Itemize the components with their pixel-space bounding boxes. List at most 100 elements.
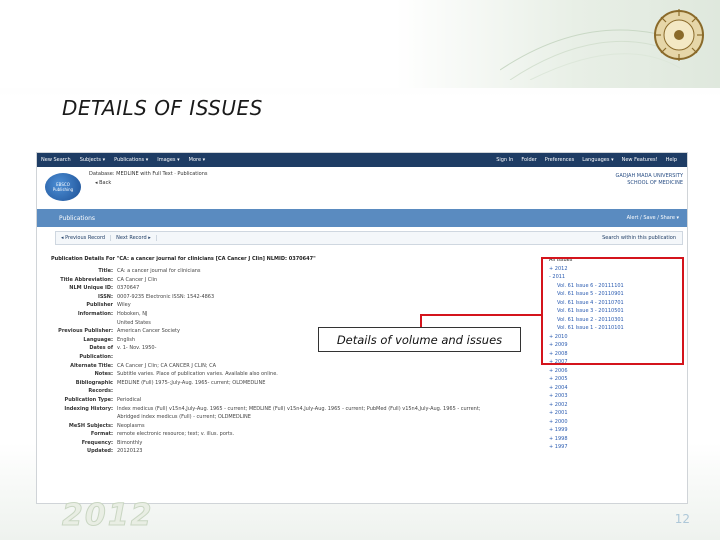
year-toggle[interactable]: + 1998: [549, 435, 681, 444]
nav-new-features[interactable]: New Features!: [622, 157, 658, 163]
detail-label: Title Abbreviation:: [60, 276, 113, 283]
year-toggle[interactable]: + 2002: [549, 401, 681, 410]
publication-details-title: Publication Details For "CA: a cancer jo…: [51, 256, 316, 262]
year-toggle[interactable]: + 2006: [549, 367, 681, 376]
back-link[interactable]: ◂ Back: [95, 180, 111, 186]
detail-value: CA Cancer J Clin: [117, 276, 158, 283]
detail-label: Indexing History:: [64, 405, 113, 412]
detail-value: Index medicus (Full) v15n4,July-Aug. 196…: [117, 405, 481, 412]
detail-row: Title Abbreviation: CA Cancer J Clin: [51, 276, 545, 285]
publications-label: Publications: [59, 214, 96, 222]
detail-label: Publication Type:: [64, 396, 113, 403]
previous-record-link[interactable]: ◂ Previous Record: [56, 235, 112, 241]
nav-new-search[interactable]: New Search: [41, 157, 71, 163]
detail-row: Notes: Subtitle varies. Place of publicat…: [51, 370, 545, 379]
detail-row: Records:: [51, 387, 545, 396]
slide-title: DETAILS OF ISSUES: [62, 96, 263, 120]
detail-label: ISSN:: [97, 293, 113, 300]
year-toggle[interactable]: + 1997: [549, 443, 681, 452]
detail-label: NLM Unique ID:: [69, 285, 113, 292]
detail-row: Alternate Title: CA Cancer J Clin; CA CAN…: [51, 362, 545, 371]
page-number: 12: [674, 512, 690, 526]
database-line: Database: MEDLINE with Full Text · Publi…: [89, 171, 208, 177]
detail-row: Updated: 20120123: [51, 447, 545, 456]
year-toggle[interactable]: + 2000: [549, 418, 681, 427]
nav-help[interactable]: Help: [666, 157, 677, 163]
ebsco-logo[interactable]: EBSCO Publishing: [45, 173, 81, 201]
detail-label: Previous Publisher:: [58, 328, 113, 335]
detail-label: MeSH Subjects:: [68, 422, 113, 429]
detail-row: ISSN: 0007-9235 Electronic ISSN: 1542-486…: [51, 293, 545, 302]
detail-value: 0007-9235 Electronic ISSN: 1542-4863: [117, 293, 215, 300]
page-header: EBSCO Publishing Database: MEDLINE with …: [37, 167, 687, 207]
detail-row: MeSH Subjects: Neoplasms: [51, 422, 545, 431]
nav-images[interactable]: Images ▾: [157, 157, 179, 163]
alert-save-share-menu[interactable]: Alert / Save / Share ▾: [627, 215, 679, 221]
detail-value: Periodical: [117, 396, 142, 403]
detail-value: CA: a cancer journal for clinicians: [117, 268, 201, 274]
detail-label: Dates of: [89, 345, 113, 352]
year-toggle[interactable]: + 2001: [549, 409, 681, 418]
detail-value: MEDLINE (Full) 1975-;July-Aug. 1965- cur…: [117, 379, 266, 386]
detail-row: Publication Type: Periodical: [51, 396, 545, 405]
detail-value: American Cancer Society: [117, 328, 180, 335]
detail-row: Publication:: [51, 353, 545, 362]
nav-languages[interactable]: Languages ▾: [582, 157, 613, 163]
year-watermark: 2012: [62, 498, 154, 534]
nav-sign-in[interactable]: Sign In: [496, 157, 513, 163]
year-toggle[interactable]: + 2005: [549, 375, 681, 384]
callout-connector-vertical: [420, 314, 422, 328]
year-toggle[interactable]: + 1999: [549, 426, 681, 435]
detail-value: Hoboken, NJ: [117, 310, 148, 317]
nav-preferences[interactable]: Preferences: [545, 157, 574, 163]
issues-highlight-box: [541, 257, 684, 365]
detail-value: Abridged index medicus (Full) - current;…: [117, 414, 251, 421]
nav-right-group: Sign In Folder Preferences Languages ▾ N…: [496, 157, 685, 163]
detail-label: Information:: [77, 310, 113, 317]
detail-row: Format: remote electronic resource; text;…: [51, 430, 545, 439]
detail-row: Title: CA: a cancer journal for clinician…: [51, 267, 545, 276]
next-record-link[interactable]: Next Record ▸: [111, 235, 157, 241]
detail-label: Publisher: [86, 302, 113, 309]
detail-row: NLM Unique ID: 0370647: [51, 284, 545, 293]
detail-label: Notes:: [94, 371, 113, 378]
detail-row: Publisher Wiley: [51, 301, 545, 310]
detail-row: Frequency: Bimonthly: [51, 439, 545, 448]
detail-label: Format:: [90, 431, 113, 438]
detail-value: Bimonthly: [117, 439, 143, 446]
logo-text-bottom: Publishing: [52, 187, 74, 192]
nav-more[interactable]: More ▾: [189, 157, 206, 163]
detail-value: Neoplasms: [117, 422, 145, 429]
detail-value: English: [117, 336, 136, 343]
publications-bar: Publications Alert / Save / Share ▾: [37, 209, 687, 227]
nav-folder[interactable]: Folder: [521, 157, 536, 163]
detail-label: Bibliographic: [75, 379, 113, 386]
detail-value: 0370647: [117, 285, 140, 292]
record-pager: ◂ Previous Record Next Record ▸ Search w…: [55, 231, 683, 245]
institution-line-2: SCHOOL OF MEDICINE: [627, 180, 683, 186]
detail-label: Updated:: [87, 448, 113, 455]
year-toggle[interactable]: + 2004: [549, 384, 681, 393]
detail-row: Indexing History: Index medicus (Full) v1…: [51, 405, 545, 414]
detail-row: Bibliographic MEDLINE (Full) 1975-;July-A…: [51, 379, 545, 388]
detail-row: United States: [51, 319, 545, 328]
detail-value: Subtitle varies. Place of publication va…: [117, 371, 278, 378]
detail-label: Title:: [98, 268, 113, 274]
search-within-publication-link[interactable]: Search within this publication: [602, 235, 682, 241]
detail-value: remote electronic resource; text; v. ill…: [117, 431, 235, 438]
detail-label: Frequency:: [81, 439, 113, 446]
nav-publications[interactable]: Publications ▾: [114, 157, 148, 163]
year-toggle[interactable]: + 2003: [549, 392, 681, 401]
university-seal-icon: [654, 9, 704, 61]
detail-value: v. 1- Nov. 1950-: [117, 345, 157, 352]
institution-name: GADJAH MADA UNIVERSITY SCHOOL OF MEDICIN…: [616, 173, 684, 187]
detail-value: United States: [117, 319, 151, 326]
detail-row: Abridged index medicus (Full) - current;…: [51, 413, 545, 422]
detail-label: [51, 319, 117, 328]
callout-connector-horizontal: [420, 314, 542, 316]
top-navigation-bar: New Search Subjects ▾ Publications ▾ Ima…: [37, 153, 687, 167]
nav-subjects[interactable]: Subjects ▾: [80, 157, 105, 163]
detail-value: 20120123: [117, 448, 143, 455]
detail-value: Wiley: [117, 302, 131, 309]
institution-line-1: GADJAH MADA UNIVERSITY: [615, 173, 684, 179]
